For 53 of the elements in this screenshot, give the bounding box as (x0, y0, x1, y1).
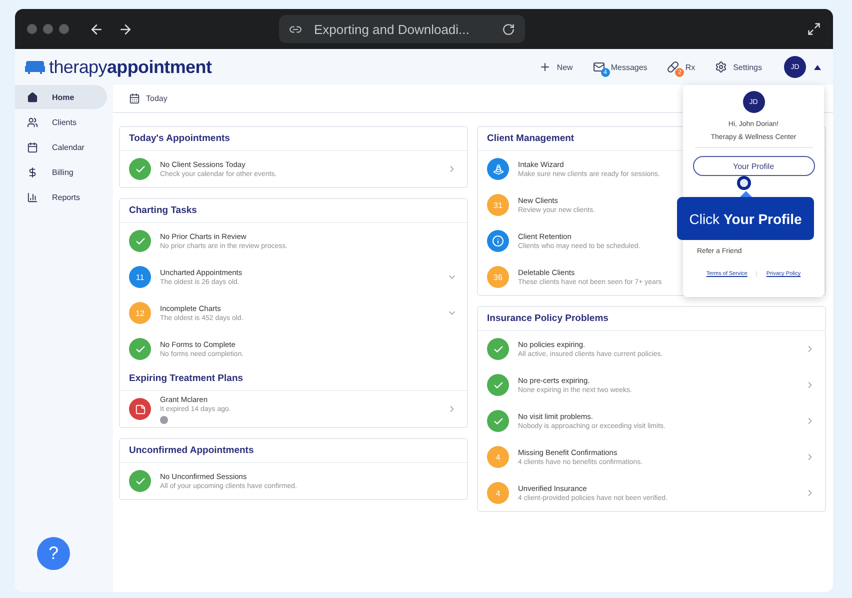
cone-icon (487, 158, 509, 180)
card-title: Charting Tasks (120, 199, 467, 223)
sidebar-item[interactable]: Home (15, 85, 107, 109)
envelope-icon (592, 61, 605, 73)
check-icon (487, 338, 509, 360)
your-profile-button[interactable]: Your Profile (692, 156, 814, 176)
count-badge: 4 (487, 446, 509, 468)
window-dot[interactable] (59, 24, 69, 34)
count-badge: 36 (487, 266, 509, 288)
calendar-icon (129, 93, 140, 104)
check-icon (129, 158, 151, 180)
sidebar-item[interactable]: Calendar (15, 135, 107, 159)
info-icon (487, 230, 509, 252)
sidebar-item[interactable]: Clients (15, 110, 107, 134)
forward-icon[interactable] (118, 22, 133, 36)
plus-icon (538, 61, 551, 73)
header-button[interactable]: Settings (715, 57, 762, 77)
tooltip-text: Click Your Profile (689, 210, 802, 226)
bar-chart-icon (27, 192, 38, 202)
back-icon[interactable] (89, 22, 104, 36)
dollar-icon (27, 166, 38, 178)
click-marker-icon (737, 176, 751, 190)
card-title: Unconfirmed Appointments (120, 439, 467, 463)
check-icon (129, 338, 151, 360)
card-title: Insurance Policy Problems (478, 307, 825, 331)
calendar-icon (27, 142, 38, 152)
logo-text: therapyappointment (49, 56, 212, 78)
pill-icon (667, 61, 680, 73)
check-icon (129, 230, 151, 252)
window-dot[interactable] (43, 24, 53, 34)
sidebar-item[interactable]: Billing (15, 160, 107, 184)
help-button[interactable]: ? (37, 537, 70, 570)
count-badge: 12 (129, 302, 151, 324)
sidebar-item[interactable]: Reports (15, 185, 107, 209)
check-icon (487, 410, 509, 432)
address-bar[interactable]: Exporting and Downloadi... (279, 15, 525, 43)
count-badge: 11 (129, 266, 151, 288)
count-badge: 4 (487, 482, 509, 504)
card-title: Expiring Treatment Plans (120, 367, 467, 391)
note-icon (129, 398, 151, 420)
count-badge: 31 (487, 194, 509, 216)
header-button[interactable]: New (538, 57, 573, 77)
check-icon (129, 470, 151, 492)
expand-icon[interactable] (807, 22, 821, 36)
window-dot[interactable] (27, 24, 37, 34)
people-icon (27, 116, 38, 128)
card-title: Today's Appointments (120, 127, 467, 151)
check-icon (487, 374, 509, 396)
home-icon (27, 92, 38, 102)
sofa-icon (24, 59, 46, 75)
today-label[interactable]: Today (146, 94, 168, 103)
reload-icon[interactable] (502, 22, 515, 36)
settings-icon (715, 61, 728, 73)
